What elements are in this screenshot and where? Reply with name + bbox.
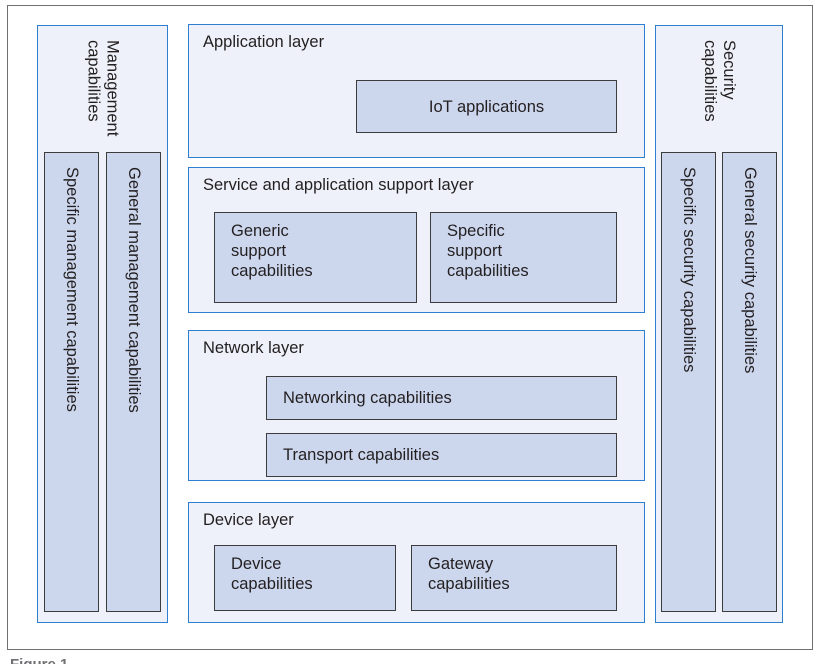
security-capabilities-title: Security capabilities [701, 40, 738, 122]
general-management-capabilities-box: General management capabilities [106, 152, 161, 612]
application-layer-title: Application layer [203, 33, 325, 51]
figure-caption: Figure 1 [10, 657, 68, 664]
network-layer-title: Network layer [203, 339, 304, 357]
generic-support-capabilities-label: Generic support capabilities [231, 222, 313, 281]
transport-capabilities-label: Transport capabilities [283, 445, 440, 464]
transport-capabilities-box: Transport capabilities [266, 433, 617, 477]
management-capabilities-title: Management capabilities [84, 40, 122, 137]
service-and-application-support-layer-title: Service and application support layer [203, 176, 474, 194]
general-security-capabilities-label: General security capabilities [740, 167, 759, 374]
specific-support-capabilities-box: Specific support capabilities [430, 212, 617, 303]
iot-reference-model-figure: Management capabilities Specific managem… [0, 0, 820, 664]
iot-applications-box: IoT applications [356, 80, 617, 133]
networking-capabilities-box: Networking capabilities [266, 376, 617, 420]
specific-support-capabilities-label: Specific support capabilities [447, 222, 529, 281]
gateway-capabilities-label: Gateway capabilities [428, 555, 510, 594]
generic-support-capabilities-box: Generic support capabilities [214, 212, 417, 303]
specific-security-capabilities-box: Specific security capabilities [661, 152, 716, 612]
iot-applications-label: IoT applications [428, 97, 545, 116]
general-management-capabilities-label: General management capabilities [124, 167, 143, 413]
networking-capabilities-label: Networking capabilities [283, 388, 452, 407]
general-security-capabilities-box: General security capabilities [722, 152, 777, 612]
specific-management-capabilities-label: Specific management capabilities [62, 167, 81, 412]
specific-management-capabilities-box: Specific management capabilities [44, 152, 99, 612]
device-capabilities-label: Device capabilities [231, 555, 313, 594]
device-layer-title: Device layer [203, 511, 294, 529]
specific-security-capabilities-label: Specific security capabilities [679, 167, 698, 373]
gateway-capabilities-box: Gateway capabilities [411, 545, 617, 611]
device-capabilities-box: Device capabilities [214, 545, 396, 611]
